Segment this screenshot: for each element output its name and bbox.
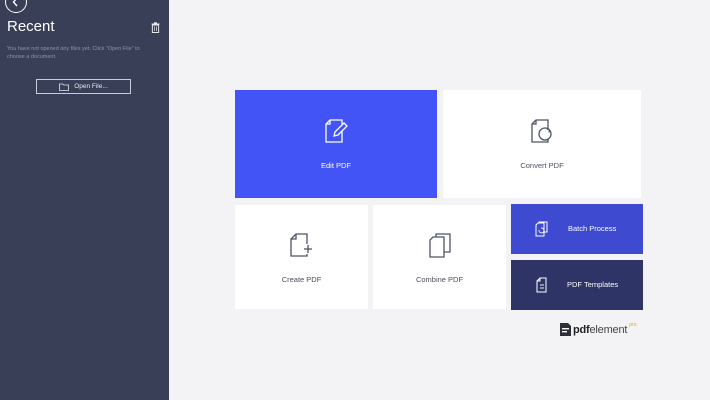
recent-title: Recent — [7, 18, 55, 35]
sidebar: Recent You have not opened any files yet… — [0, 0, 169, 400]
convert-pdf-label: Convert PDF — [520, 161, 564, 170]
batch-process-icon — [535, 221, 548, 237]
convert-pdf-tile[interactable]: Convert PDF — [443, 90, 641, 198]
convert-document-icon — [531, 119, 552, 143]
combine-pdf-label: Combine PDF — [415, 275, 464, 284]
batch-process-label: Batch Process — [568, 224, 617, 233]
combine-documents-icon — [429, 233, 451, 258]
pdf-templates-label: PDF Templates — [567, 280, 619, 289]
combine-pdf-tile[interactable]: Combine PDF — [373, 205, 506, 309]
create-pdf-label: Create PDF — [281, 275, 322, 284]
back-button[interactable] — [5, 0, 27, 13]
pdfelement-logo-icon — [560, 323, 571, 336]
create-document-icon — [290, 233, 313, 257]
create-pdf-tile[interactable]: Create PDF — [235, 205, 368, 309]
trash-icon[interactable] — [151, 22, 160, 33]
edit-pdf-tile[interactable]: Edit PDF — [235, 90, 437, 198]
brand-name: pdfelement — [573, 323, 628, 336]
batch-process-tile[interactable]: Batch Process — [511, 204, 643, 254]
open-file-label: Open File... — [74, 83, 108, 90]
template-document-icon — [536, 277, 547, 293]
edit-pdf-label: Edit PDF — [320, 161, 351, 170]
open-file-button[interactable]: Open File... — [36, 79, 131, 94]
brand-pro-badge: pro — [629, 321, 637, 328]
back-arrow-icon — [12, 0, 18, 7]
pdfelement-logo: pdfelement pro — [560, 321, 637, 336]
pdf-templates-tile[interactable]: PDF Templates — [511, 260, 643, 310]
folder-icon — [59, 83, 70, 91]
empty-recent-message: You have not opened any files yet. Click… — [7, 46, 140, 60]
edit-document-icon — [325, 119, 348, 143]
